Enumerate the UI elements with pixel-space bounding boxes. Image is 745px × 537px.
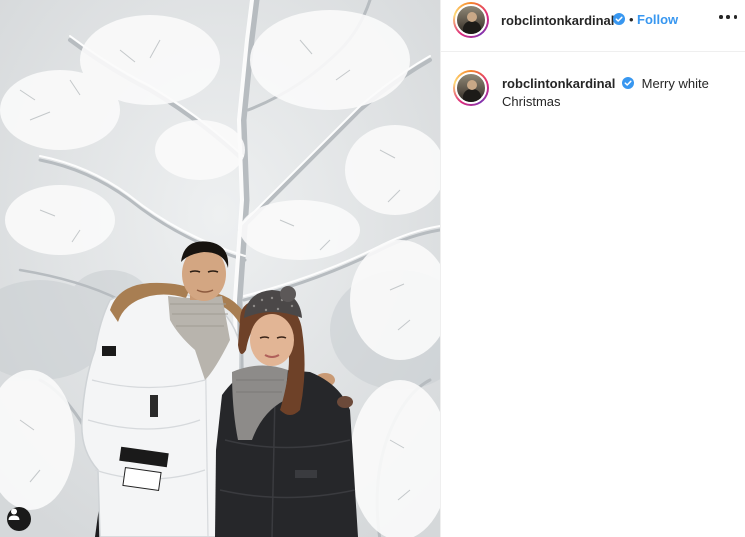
post-header: robclintonkardinal • Follow xyxy=(441,0,745,52)
verified-badge-icon xyxy=(613,13,625,25)
header-separator: • xyxy=(629,12,634,27)
follow-button[interactable]: Follow xyxy=(637,12,678,27)
header-username[interactable]: robclintonkardinal xyxy=(501,13,614,28)
verified-badge-icon xyxy=(622,77,635,89)
post-photo[interactable] xyxy=(0,0,440,537)
caption-avatar[interactable] xyxy=(453,70,489,106)
more-options-icon[interactable] xyxy=(719,10,737,24)
header-avatar[interactable] xyxy=(453,2,489,38)
post-side-panel: robclintonkardinal • Follow robclintonka… xyxy=(440,0,745,537)
snowy-couple-photo xyxy=(0,0,440,537)
caption-text-block: robclintonkardinal Merry white Christmas xyxy=(502,75,732,111)
user-tag-button[interactable] xyxy=(7,507,31,531)
user-tag-icon xyxy=(8,508,20,520)
caption-username[interactable]: robclintonkardinal xyxy=(502,76,615,91)
